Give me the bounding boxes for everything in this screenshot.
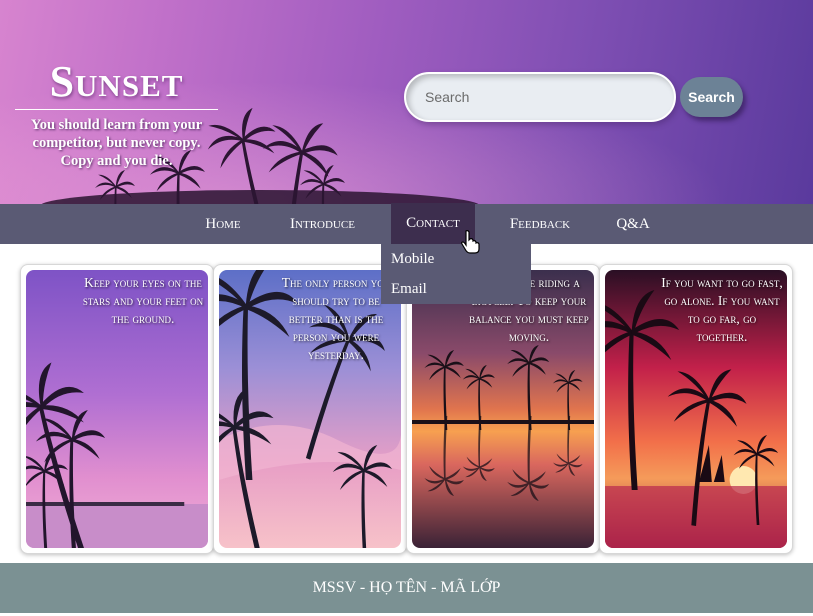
sunset-image: Life is like riding a bicycle. To keep y… [412, 270, 594, 548]
card-quote: The only person you should try to be bet… [281, 275, 391, 362]
card-quote: If you want to go fast, go alone. If you… [661, 275, 783, 344]
search-button[interactable]: Search [680, 77, 743, 117]
dropdown-item-email[interactable]: Email [381, 274, 531, 304]
nav-feedback[interactable]: Feedback [494, 204, 586, 244]
nav-home[interactable]: Home [190, 204, 256, 244]
site-title: Sunset [49, 57, 184, 106]
quote-card[interactable]: Keep your eyes on the stars and your fee… [20, 264, 214, 554]
brand-block: Sunset You should learn from your compet… [15, 57, 218, 170]
sunset-image: The only person you should try to be bet… [219, 270, 401, 548]
nav-introduce[interactable]: Introduce [273, 204, 372, 244]
dropdown-item-mobile[interactable]: Mobile [381, 244, 531, 274]
header-banner: Sunset You should learn from your compet… [0, 0, 813, 204]
search-input[interactable] [404, 72, 676, 122]
hand-pointer-cursor-icon [461, 230, 480, 254]
contact-dropdown-menu: Mobile Email [381, 244, 531, 304]
title-divider [15, 109, 218, 110]
footer-text: MSSV - HỌ TÊN - MÃ LỚP [312, 579, 501, 596]
quote-card[interactable]: The only person you should try to be bet… [213, 264, 407, 554]
card-quote: Keep your eyes on the stars and your fee… [82, 275, 204, 326]
sunset-image: Keep your eyes on the stars and your fee… [26, 270, 208, 548]
footer: MSSV - HỌ TÊN - MÃ LỚP [0, 563, 813, 613]
site-tagline: You should learn from your competitor, b… [30, 117, 203, 169]
quote-card[interactable]: If you want to go fast, go alone. If you… [599, 264, 793, 554]
nav-qa[interactable]: Q&A [605, 204, 661, 244]
main-navigation: Home Introduce Contact Feedback Q&A [0, 203, 813, 244]
sunset-image: If you want to go fast, go alone. If you… [605, 270, 787, 548]
quote-card[interactable]: Life is like riding a bicycle. To keep y… [406, 264, 600, 554]
